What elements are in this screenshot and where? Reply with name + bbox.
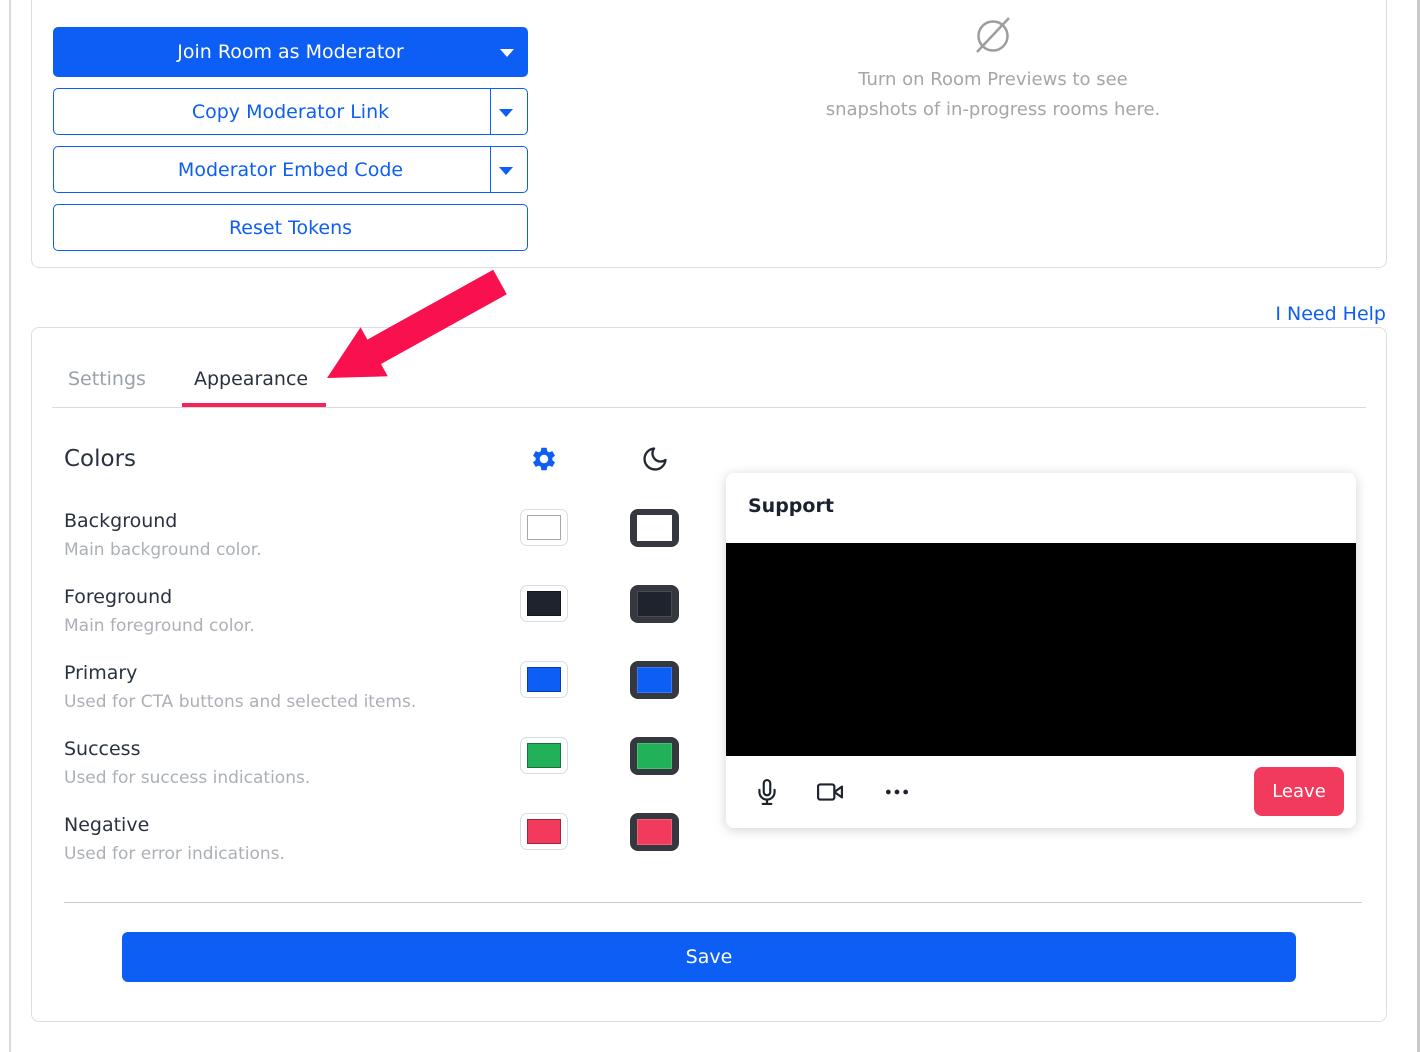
reset-tokens-button[interactable]: Reset Tokens <box>53 204 528 251</box>
tab-settings[interactable]: Settings <box>68 368 146 390</box>
color-chip <box>637 667 672 693</box>
camera-icon[interactable] <box>817 779 843 805</box>
right-scroll-track[interactable] <box>1417 0 1420 1052</box>
color-chip <box>527 743 561 768</box>
color-row-description: Main background color. <box>64 540 262 560</box>
previews-disabled-icon <box>970 11 1016 57</box>
microphone-icon[interactable] <box>754 779 780 805</box>
color-chip <box>637 743 672 769</box>
save-divider <box>64 902 1362 903</box>
room-preview-panel: Support <box>726 473 1356 828</box>
room-previews-text-line1: Turn on Room Previews to see <box>693 65 1293 95</box>
color-chip <box>637 591 672 617</box>
page: Join Room as Moderator Copy Moderator Li… <box>0 0 1421 1052</box>
moderator-buttons: Join Room as Moderator Copy Moderator Li… <box>53 27 528 262</box>
room-preview-title: Support <box>748 495 834 517</box>
color-row-name: Primary <box>64 662 137 684</box>
moderator-embed-code-button[interactable]: Moderator Embed Code <box>53 146 528 193</box>
success-light-swatch[interactable] <box>520 737 568 774</box>
video-area <box>726 543 1356 756</box>
color-chip <box>527 667 561 692</box>
room-previews-text-line2: snapshots of in-progress rooms here. <box>693 95 1293 125</box>
color-chip <box>637 515 672 541</box>
chevron-down-icon[interactable] <box>499 109 513 117</box>
copy-link-label: Copy Moderator Link <box>192 101 389 123</box>
left-border <box>9 0 11 1052</box>
color-row-description: Main foreground color. <box>64 616 255 636</box>
preview-control-bar: Leave <box>726 756 1356 828</box>
color-chip <box>527 591 561 616</box>
color-chip <box>527 819 561 844</box>
foreground-light-swatch[interactable] <box>520 585 568 622</box>
moderator-card: Join Room as Moderator Copy Moderator Li… <box>31 0 1387 268</box>
tab-appearance[interactable]: Appearance <box>194 368 308 390</box>
embed-code-label: Moderator Embed Code <box>178 159 403 181</box>
primary-light-swatch[interactable] <box>520 661 568 698</box>
button-divider <box>490 89 491 134</box>
color-row-description: Used for error indications. <box>64 844 285 864</box>
more-options-icon[interactable] <box>884 779 910 805</box>
negative-dark-swatch[interactable] <box>630 813 679 851</box>
copy-moderator-link-button[interactable]: Copy Moderator Link <box>53 88 528 135</box>
negative-light-swatch[interactable] <box>520 813 568 850</box>
leave-button[interactable]: Leave <box>1254 767 1344 816</box>
room-previews-placeholder: Turn on Room Previews to see snapshots o… <box>693 11 1293 125</box>
color-row-name: Background <box>64 510 177 532</box>
background-dark-swatch[interactable] <box>630 509 679 547</box>
colors-heading: Colors <box>64 446 136 472</box>
color-row-name: Negative <box>64 814 149 836</box>
chevron-down-icon[interactable] <box>499 167 513 175</box>
tabs-divider <box>52 407 1366 408</box>
need-help-link[interactable]: I Need Help <box>1275 303 1386 325</box>
color-row-description: Used for success indications. <box>64 768 310 788</box>
join-room-label: Join Room as Moderator <box>177 41 403 63</box>
foreground-dark-swatch[interactable] <box>630 585 679 623</box>
save-button[interactable]: Save <box>122 932 1296 982</box>
gear-icon <box>530 445 558 473</box>
moon-icon <box>641 445 669 473</box>
color-row-description: Used for CTA buttons and selected items. <box>64 692 416 712</box>
success-dark-swatch[interactable] <box>630 737 679 775</box>
chevron-down-icon[interactable] <box>500 49 514 57</box>
primary-dark-swatch[interactable] <box>630 661 679 699</box>
reset-tokens-label: Reset Tokens <box>229 217 352 239</box>
color-chip <box>527 515 561 540</box>
appearance-card: Settings Appearance Colors Background Ma… <box>31 327 1387 1022</box>
color-row-name: Foreground <box>64 586 172 608</box>
color-chip <box>637 819 672 845</box>
background-light-swatch[interactable] <box>520 509 568 546</box>
join-room-as-moderator-button[interactable]: Join Room as Moderator <box>53 27 528 77</box>
color-row-name: Success <box>64 738 140 760</box>
button-divider <box>490 147 491 192</box>
